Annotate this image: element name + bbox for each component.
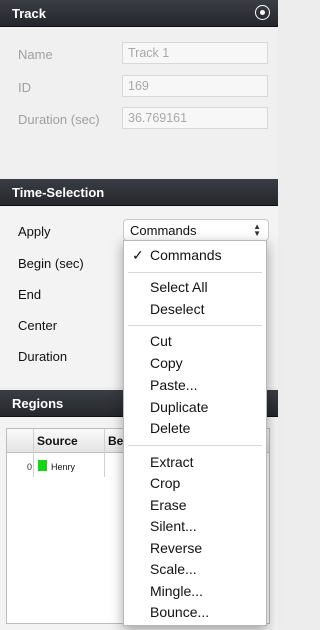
region-color-swatch [38,460,47,471]
track-section: Name Track 1 ID 169 Duration (sec) 36.76… [0,27,278,177]
menu-item-scale[interactable]: Scale... [150,561,197,577]
updown-chevron-icon: ▲ ▼ [253,222,261,238]
menu-item-silent[interactable]: Silent... [150,518,197,534]
menu-item-commands[interactable]: Commands [150,247,222,263]
duration-ts-label: Duration [18,349,68,364]
menu-item-deselect[interactable]: Deselect [150,301,204,317]
name-field[interactable]: Track 1 [122,42,268,64]
duration-field[interactable]: 36.769161 [122,107,268,129]
menu-item-bounce[interactable]: Bounce... [150,604,209,620]
center-label: Center [18,318,58,333]
row-index: 0 [27,462,33,472]
checkmark-icon: ✓ [132,247,144,263]
menu-item-paste[interactable]: Paste... [150,377,197,393]
apply-select[interactable]: Commands ▲ ▼ [123,219,269,241]
target-circle-icon[interactable] [255,5,270,20]
menu-item-mingle[interactable]: Mingle... [150,583,203,599]
apply-select-value: Commands [130,223,197,238]
menu-item-select-all[interactable]: Select All [150,279,208,295]
region-source-name: Henry [51,462,76,472]
menu-item-duplicate[interactable]: Duplicate [150,399,208,415]
menu-item-extract[interactable]: Extract [150,454,194,470]
time-selection-header: Time-Selection [0,179,278,206]
menu-item-reverse[interactable]: Reverse [150,540,202,556]
column-divider [33,429,34,477]
name-label: Name [18,47,53,62]
duration-label: Duration (sec) [18,112,100,127]
apply-dropdown-menu: ✓ Commands Select All Deselect Cut Copy … [123,240,267,626]
time-selection-title: Time-Selection [12,185,105,200]
track-panel-header: Track [0,0,278,27]
regions-title: Regions [12,396,64,411]
id-field[interactable]: 169 [122,75,268,97]
menu-item-erase[interactable]: Erase [150,497,187,513]
column-header-begin[interactable]: Be [108,434,123,448]
menu-item-cut[interactable]: Cut [150,333,172,349]
column-divider [104,429,105,477]
menu-item-copy[interactable]: Copy [150,355,183,371]
begin-label: Begin (sec) [18,256,84,271]
menu-separator [128,272,262,273]
menu-separator [128,445,262,446]
column-header-source[interactable]: Source [37,434,78,448]
menu-item-crop[interactable]: Crop [150,475,180,491]
end-label: End [18,287,42,302]
track-header-title: Track [12,6,46,21]
id-label: ID [18,80,31,95]
apply-label: Apply [18,224,51,239]
menu-separator [128,325,262,326]
menu-item-delete[interactable]: Delete [150,420,190,436]
